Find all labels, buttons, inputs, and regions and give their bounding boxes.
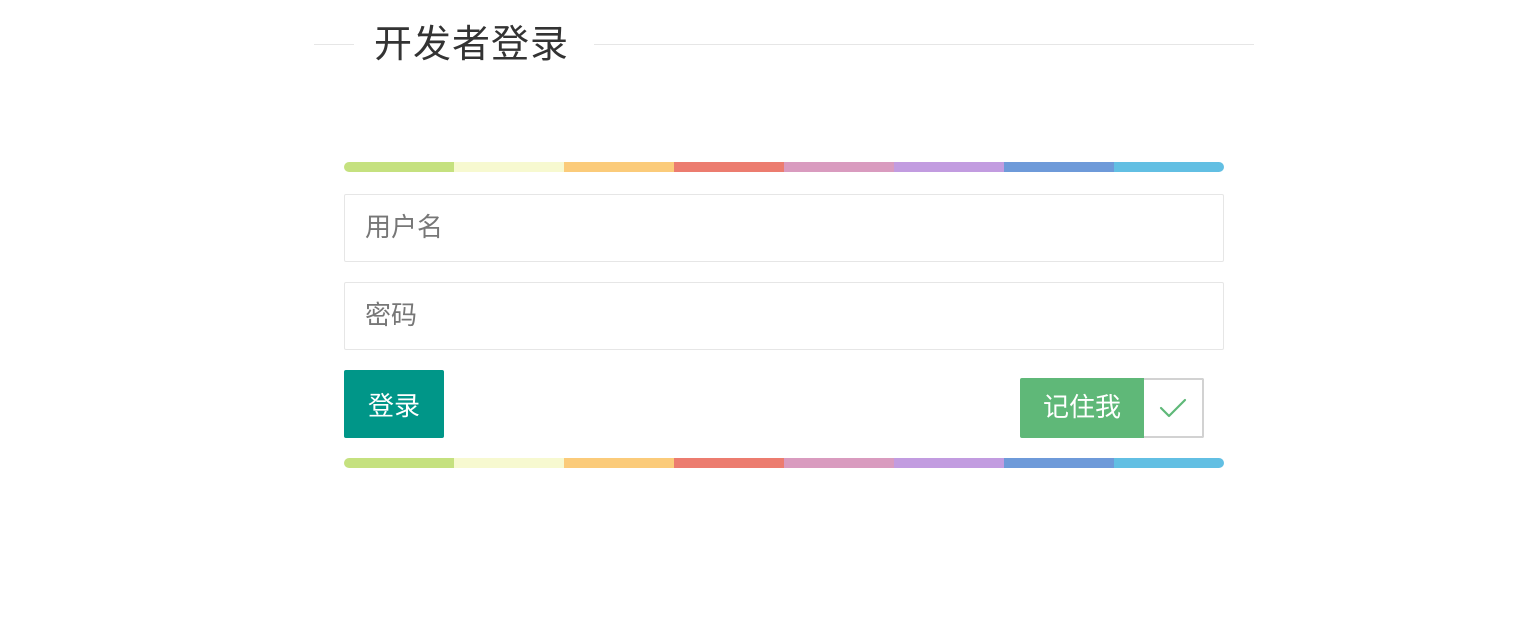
rainbow-segment xyxy=(674,162,784,172)
rainbow-segment xyxy=(1004,458,1114,468)
remember-me-label: 记住我 xyxy=(1020,378,1144,438)
password-input[interactable] xyxy=(345,283,1223,349)
rainbow-segment xyxy=(1004,162,1114,172)
rainbow-segment xyxy=(784,458,894,468)
login-page: 开发者登录 登录 记住我 xyxy=(0,0,1522,628)
rainbow-segment xyxy=(454,162,564,172)
rainbow-segment xyxy=(564,458,674,468)
rainbow-segment xyxy=(1114,162,1224,172)
remember-me-box[interactable] xyxy=(1144,378,1204,438)
rainbow-segment xyxy=(674,458,784,468)
rainbow-segment xyxy=(344,458,454,468)
page-title: 开发者登录 xyxy=(374,22,570,66)
login-button[interactable]: 登录 xyxy=(344,370,444,438)
username-field-wrapper xyxy=(344,194,1224,262)
form-legend: 开发者登录 xyxy=(314,14,1254,76)
check-icon xyxy=(1159,398,1187,418)
rainbow-segment xyxy=(894,162,1004,172)
legend-divider-right xyxy=(594,44,1254,45)
rainbow-segment xyxy=(344,162,454,172)
remember-me-checkbox[interactable]: 记住我 xyxy=(1020,378,1204,438)
rainbow-segment xyxy=(784,162,894,172)
username-input[interactable] xyxy=(345,195,1223,261)
rainbow-segment xyxy=(1114,458,1224,468)
rainbow-segment xyxy=(454,458,564,468)
rainbow-divider-bottom xyxy=(344,458,1224,468)
legend-divider-left xyxy=(314,44,354,45)
rainbow-divider-top xyxy=(344,162,1224,172)
rainbow-segment xyxy=(894,458,1004,468)
password-field-wrapper xyxy=(344,282,1224,350)
rainbow-segment xyxy=(564,162,674,172)
